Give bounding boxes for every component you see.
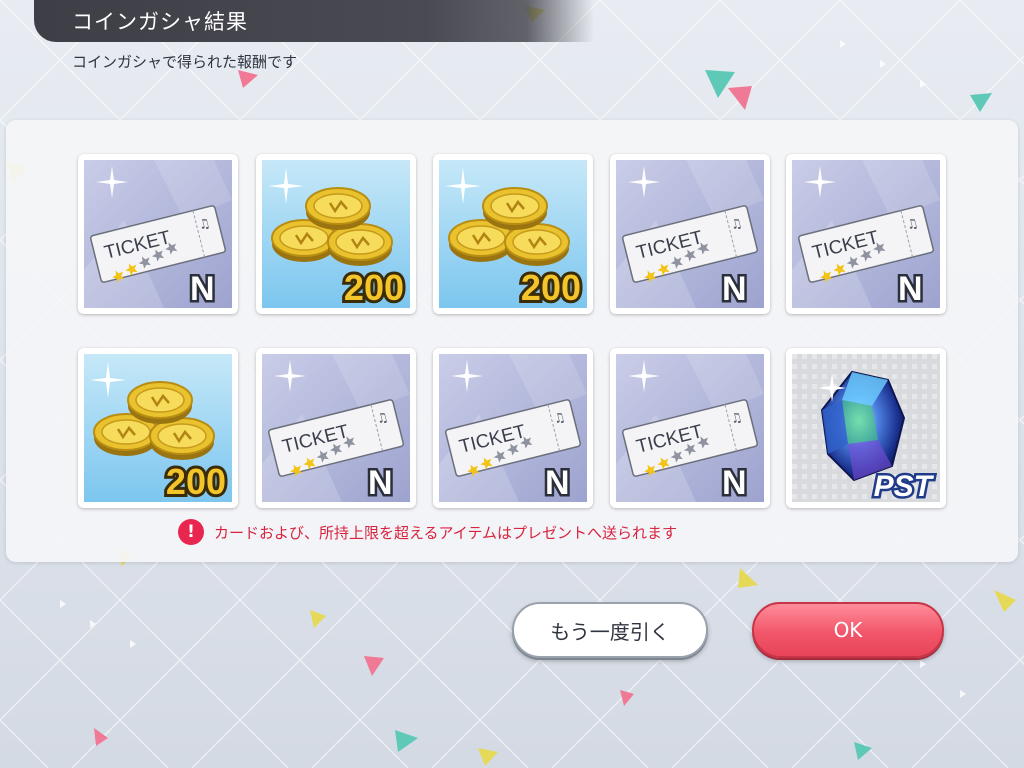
- reward-item-image: TICKET ♫ N: [262, 354, 410, 502]
- reward-item-image: TICKET ♫ N: [84, 160, 232, 308]
- reward-item-image: TICKET ♫ N: [439, 354, 587, 502]
- rank-label: N: [190, 270, 215, 308]
- draw-again-button[interactable]: もう一度引く: [512, 602, 708, 658]
- reward-item-image: PST: [792, 354, 940, 502]
- ok-button[interactable]: OK: [752, 602, 944, 658]
- reward-item-image: TICKET ♫ N: [616, 354, 764, 502]
- reward-item-ticket[interactable]: TICKET ♫ N: [78, 154, 238, 314]
- reward-item-coin[interactable]: 200: [78, 348, 238, 508]
- reward-item-ticket[interactable]: TICKET ♫ N: [610, 348, 770, 508]
- reward-item-ticket[interactable]: TICKET ♫ N: [433, 348, 593, 508]
- rank-label: N: [722, 464, 747, 502]
- reward-item-coin[interactable]: 200: [256, 154, 416, 314]
- notice: ! カードおよび、所持上限を超えるアイテムはプレゼントへ送られます: [178, 518, 677, 546]
- reward-item-image: 200: [84, 354, 232, 502]
- reward-item-image: TICKET ♫ N: [792, 160, 940, 308]
- jewel-label: PST: [874, 470, 935, 502]
- rank-label: N: [722, 270, 747, 308]
- rank-label: N: [898, 270, 923, 308]
- reward-item-ticket[interactable]: TICKET ♫ N: [610, 154, 770, 314]
- reward-item-jewel[interactable]: PST: [786, 348, 946, 508]
- coin-amount: 200: [521, 267, 581, 308]
- rank-label: N: [368, 464, 393, 502]
- coin-amount: 200: [344, 267, 404, 308]
- page-title: コインガシャ結果: [72, 10, 248, 34]
- notice-text: カードおよび、所持上限を超えるアイテムはプレゼントへ送られます: [214, 523, 678, 542]
- rank-label: N: [545, 464, 570, 502]
- reward-item-ticket[interactable]: TICKET ♫ N: [256, 348, 416, 508]
- reward-item-ticket[interactable]: TICKET ♫ N: [786, 154, 946, 314]
- coin-amount: 200: [166, 461, 226, 502]
- page-subtitle: コインガシャで得られた報酬です: [72, 53, 298, 71]
- reward-item-image: 200: [262, 160, 410, 308]
- exclamation-icon: !: [178, 519, 204, 545]
- reward-item-image: TICKET ♫ N: [616, 160, 764, 308]
- reward-item-coin[interactable]: 200: [433, 154, 593, 314]
- reward-item-image: 200: [439, 160, 587, 308]
